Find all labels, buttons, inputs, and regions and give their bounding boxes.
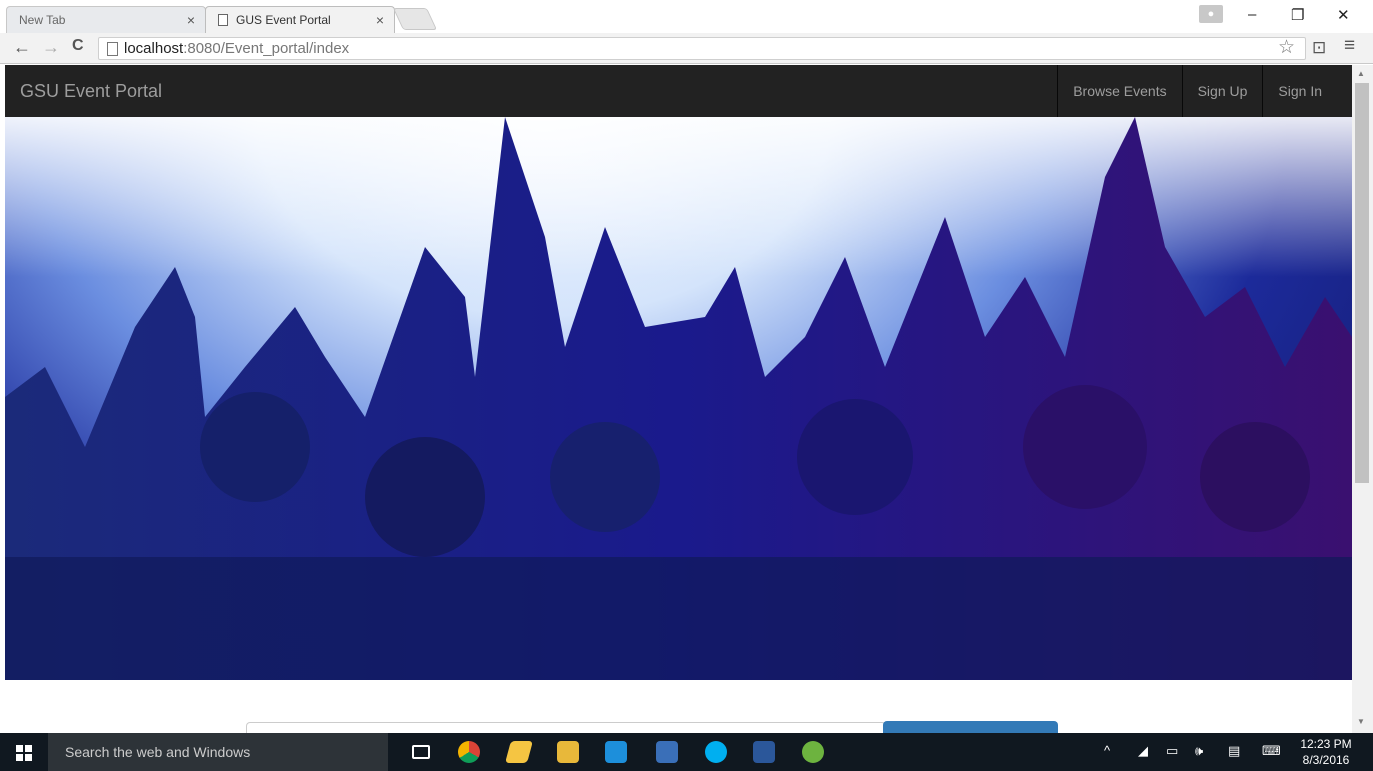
reload-button[interactable]: C bbox=[72, 37, 84, 55]
url-path: :8080/Event_portal/index bbox=[183, 40, 350, 57]
mail-app-icon[interactable] bbox=[505, 741, 533, 763]
scroll-down-icon[interactable]: ▼ bbox=[1357, 717, 1365, 726]
tab-new-tab[interactable]: New Tab × bbox=[6, 6, 206, 33]
spring-app-icon[interactable] bbox=[802, 741, 824, 763]
skype-icon[interactable] bbox=[705, 741, 727, 763]
restore-button[interactable]: ❐ bbox=[1291, 6, 1304, 24]
crowd-silhouette bbox=[5, 117, 1352, 680]
nav-links: Browse Events Sign Up Sign In bbox=[1057, 65, 1352, 117]
forward-button[interactable]: → bbox=[42, 37, 60, 58]
profile-icon[interactable]: ● bbox=[1199, 5, 1223, 23]
battery-icon[interactable]: ▭ bbox=[1166, 743, 1178, 759]
scroll-up-icon[interactable]: ▲ bbox=[1357, 69, 1365, 78]
windows-taskbar: Search the web and Windows ^ ◢ ▭ 🕪 ▤ ⌨ 1… bbox=[0, 733, 1373, 771]
tab-gus-event-portal[interactable]: GUS Event Portal × bbox=[205, 6, 395, 33]
task-view-icon[interactable] bbox=[412, 745, 430, 759]
volume-icon[interactable]: 🕪 bbox=[1195, 743, 1203, 759]
tab-title: New Tab bbox=[19, 13, 66, 27]
cast-icon[interactable]: ⊡ bbox=[1312, 38, 1326, 58]
tab-title: GUS Event Portal bbox=[236, 13, 331, 27]
taskbar-clock[interactable]: 12:23 PM 8/3/2016 bbox=[1296, 736, 1356, 768]
page-viewport: GSU Event Portal Browse Events Sign Up S… bbox=[5, 65, 1352, 733]
browser-toolbar: ← → C localhost :8080/Event_portal/index… bbox=[0, 33, 1373, 64]
search-button[interactable] bbox=[883, 721, 1058, 733]
keyboard-icon[interactable]: ⌨ bbox=[1262, 743, 1281, 759]
nav-sign-in[interactable]: Sign In bbox=[1262, 65, 1352, 117]
file-explorer-icon[interactable] bbox=[557, 741, 579, 763]
chrome-menu-icon[interactable]: ≡ bbox=[1344, 35, 1355, 57]
page-scrollbar[interactable]: ▲ ▼ bbox=[1352, 65, 1373, 733]
hero-image bbox=[5, 117, 1352, 680]
bookmark-star-icon[interactable]: ☆ bbox=[1278, 36, 1295, 59]
tab-close-icon[interactable]: × bbox=[376, 12, 384, 28]
site-navbar: GSU Event Portal Browse Events Sign Up S… bbox=[5, 65, 1352, 117]
site-brand[interactable]: GSU Event Portal bbox=[20, 81, 162, 102]
clock-time: 12:23 PM bbox=[1300, 737, 1352, 751]
clock-date: 8/3/2016 bbox=[1302, 753, 1350, 767]
new-tab-button[interactable] bbox=[392, 8, 438, 30]
browser-tabstrip: New Tab × GUS Event Portal × ● – ❐ ✕ bbox=[0, 0, 1373, 33]
word-app-icon[interactable] bbox=[753, 741, 775, 763]
scroll-thumb[interactable] bbox=[1355, 83, 1369, 483]
search-input[interactable] bbox=[246, 722, 886, 733]
nav-browse-events[interactable]: Browse Events bbox=[1057, 65, 1181, 117]
page-icon bbox=[218, 14, 228, 26]
store-app-icon[interactable] bbox=[605, 741, 627, 763]
address-bar[interactable]: localhost :8080/Event_portal/index bbox=[98, 37, 1306, 60]
taskbar-search-input[interactable]: Search the web and Windows bbox=[48, 733, 388, 771]
back-button[interactable]: ← bbox=[13, 37, 31, 58]
chrome-app-icon[interactable] bbox=[458, 741, 480, 763]
page-info-icon[interactable] bbox=[107, 41, 118, 56]
windows-start-icon[interactable] bbox=[16, 745, 32, 761]
ide-app-icon[interactable] bbox=[656, 741, 678, 763]
window-close-button[interactable]: ✕ bbox=[1337, 6, 1350, 24]
tab-close-icon[interactable]: × bbox=[187, 12, 195, 28]
url-host: localhost bbox=[124, 40, 184, 57]
nav-sign-up[interactable]: Sign Up bbox=[1181, 65, 1263, 117]
tray-chevron-icon[interactable]: ^ bbox=[1104, 743, 1110, 758]
wifi-icon[interactable]: ◢ bbox=[1138, 743, 1148, 759]
minimize-button[interactable]: – bbox=[1248, 6, 1256, 23]
action-center-icon[interactable]: ▤ bbox=[1228, 743, 1240, 759]
